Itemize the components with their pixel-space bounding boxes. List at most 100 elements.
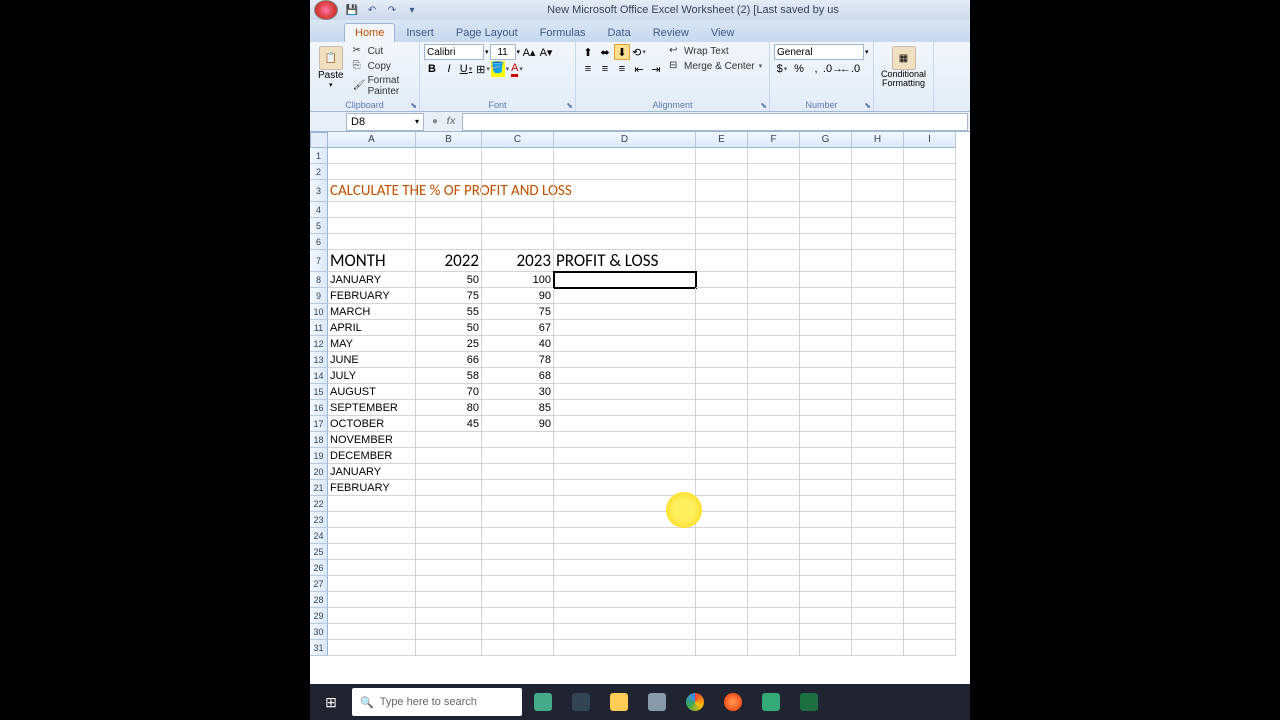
cell[interactable] (904, 218, 956, 234)
cell[interactable]: 90 (482, 288, 554, 304)
cell[interactable] (748, 480, 800, 496)
cell[interactable] (800, 400, 852, 416)
cell[interactable] (416, 180, 482, 202)
cell[interactable] (696, 164, 748, 180)
cell[interactable] (554, 464, 696, 480)
cell[interactable] (800, 624, 852, 640)
cell[interactable] (696, 250, 748, 272)
cell[interactable]: 90 (482, 416, 554, 432)
cell[interactable] (904, 544, 956, 560)
row-header[interactable]: 10 (310, 304, 328, 320)
cell[interactable] (748, 576, 800, 592)
name-box[interactable]: D8▾ (346, 113, 424, 131)
cell[interactable] (904, 448, 956, 464)
cell[interactable] (696, 384, 748, 400)
cell[interactable]: 68 (482, 368, 554, 384)
cell[interactable] (800, 608, 852, 624)
cell[interactable] (482, 218, 554, 234)
cell[interactable] (482, 528, 554, 544)
cell[interactable] (904, 352, 956, 368)
cell[interactable] (904, 304, 956, 320)
align-bottom-icon[interactable]: ⬇ (614, 44, 630, 60)
excel-taskbar-button[interactable] (792, 687, 826, 717)
cell[interactable] (852, 512, 904, 528)
cell[interactable] (800, 180, 852, 202)
cell[interactable] (328, 560, 416, 576)
cell[interactable] (696, 608, 748, 624)
cell[interactable] (696, 218, 748, 234)
comma-icon[interactable]: , (808, 61, 824, 77)
dialog-launcher-icon[interactable]: ⬊ (566, 101, 573, 110)
row-header[interactable]: 11 (310, 320, 328, 336)
cell[interactable] (904, 432, 956, 448)
cell[interactable] (904, 592, 956, 608)
cell[interactable] (852, 384, 904, 400)
cell[interactable] (554, 384, 696, 400)
cell[interactable] (482, 576, 554, 592)
row-header[interactable]: 27 (310, 576, 328, 592)
taskbar-app[interactable] (526, 687, 560, 717)
cell[interactable] (482, 592, 554, 608)
cell[interactable]: 55 (416, 304, 482, 320)
cell[interactable] (748, 512, 800, 528)
cell[interactable] (800, 272, 852, 288)
cell[interactable] (904, 202, 956, 218)
cell[interactable] (554, 544, 696, 560)
cell[interactable] (328, 528, 416, 544)
cell[interactable] (554, 336, 696, 352)
cell[interactable] (416, 640, 482, 656)
cell[interactable] (800, 148, 852, 164)
start-button[interactable]: ⊞ (314, 687, 348, 717)
cell[interactable] (852, 608, 904, 624)
cell[interactable] (416, 624, 482, 640)
cell[interactable] (696, 528, 748, 544)
cell[interactable] (696, 180, 748, 202)
row-header[interactable]: 15 (310, 384, 328, 400)
cell[interactable] (696, 336, 748, 352)
cell[interactable] (416, 528, 482, 544)
column-header[interactable]: I (904, 132, 956, 148)
cell[interactable] (554, 608, 696, 624)
grow-font-icon[interactable]: A▴ (521, 44, 537, 60)
cell[interactable] (904, 148, 956, 164)
cell[interactable] (904, 400, 956, 416)
cell[interactable] (748, 352, 800, 368)
cell[interactable]: 2023 (482, 250, 554, 272)
spreadsheet-grid[interactable]: ABCDEFGHI 123456789101112131415161718192… (310, 132, 970, 684)
save-icon[interactable]: 💾 (344, 2, 360, 18)
cell[interactable] (852, 148, 904, 164)
cell[interactable]: MARCH (328, 304, 416, 320)
cell[interactable] (696, 624, 748, 640)
cell[interactable] (554, 368, 696, 384)
cell[interactable] (554, 148, 696, 164)
cell[interactable] (904, 234, 956, 250)
cell[interactable] (696, 416, 748, 432)
cell[interactable] (904, 624, 956, 640)
cell[interactable] (554, 304, 696, 320)
row-header[interactable]: 31 (310, 640, 328, 656)
undo-icon[interactable]: ↶ (364, 2, 380, 18)
cell[interactable] (800, 464, 852, 480)
cell[interactable] (482, 480, 554, 496)
cell[interactable] (904, 164, 956, 180)
row-header[interactable]: 9 (310, 288, 328, 304)
wrap-text-button[interactable]: ↩Wrap Text (667, 44, 764, 58)
cell[interactable] (800, 320, 852, 336)
cell[interactable] (416, 512, 482, 528)
dialog-launcher-icon[interactable]: ⬊ (864, 101, 871, 110)
cell[interactable]: CALCULATE THE % OF PROFIT AND LOSS (328, 180, 416, 202)
cell[interactable] (852, 164, 904, 180)
cell[interactable] (852, 416, 904, 432)
cell[interactable] (852, 336, 904, 352)
cell[interactable] (748, 464, 800, 480)
cell[interactable] (416, 464, 482, 480)
row-header[interactable]: 23 (310, 512, 328, 528)
cell[interactable] (482, 512, 554, 528)
cell[interactable]: OCTOBER (328, 416, 416, 432)
cell[interactable]: 75 (482, 304, 554, 320)
cell[interactable]: 66 (416, 352, 482, 368)
cell[interactable] (328, 576, 416, 592)
cell[interactable] (748, 416, 800, 432)
tab-review[interactable]: Review (642, 23, 700, 42)
cell[interactable] (852, 304, 904, 320)
